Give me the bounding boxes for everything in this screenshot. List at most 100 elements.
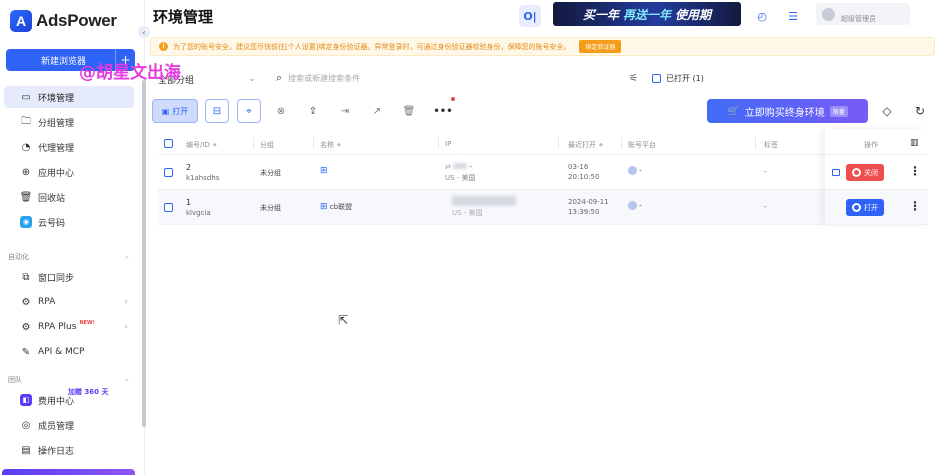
column-divider [755, 137, 756, 149]
watermark: @胡星文出海 [79, 63, 181, 83]
sort-icon: ◆ [337, 142, 341, 148]
close-profile-button[interactable]: 关闭 [846, 164, 884, 181]
user-menu[interactable]: 超级管理员 [816, 3, 910, 25]
opened-label: 已打开 (1) [666, 74, 704, 83]
last-open-cell: 2024-09-11 13:39:50 [568, 198, 609, 216]
sidebar-bottom-banner[interactable] [2, 469, 135, 475]
select-all-checkbox[interactable] [164, 139, 173, 148]
sidebar-item-rpa-plus[interactable]: ⚙ RPA Plus NEW! › [4, 316, 134, 338]
sidebar-item-operation-log[interactable]: ▤ 操作日志 [4, 439, 134, 461]
header-last-open[interactable]: 最近打开 ◆ [568, 140, 603, 150]
mouse-cursor-icon: ⇱ [338, 313, 349, 327]
grid-icon: ⊕ [21, 166, 31, 178]
brand-logo[interactable]: A AdsPower [10, 10, 117, 32]
sidebar-collapse-icon[interactable]: ‹ [138, 26, 150, 38]
open-browser-button[interactable]: ▣ 打开 [152, 99, 198, 123]
tags-value: - [764, 203, 767, 211]
team-section-title[interactable]: 团队 ⌄ [8, 375, 130, 385]
share-button[interactable]: ↗ [365, 99, 389, 123]
upload-button[interactable]: ⇪ [301, 99, 325, 123]
sidebar-item-group-management[interactable]: 🗀 分组管理 [4, 111, 134, 133]
platform-value: - [639, 166, 642, 175]
header-group[interactable]: 分组 [260, 140, 274, 150]
buy-lifetime-button[interactable]: 🛒 立即购买终身环境 限量 [707, 99, 868, 123]
task-list-icon[interactable]: ☰ [782, 5, 804, 27]
windows-icon: ⊞ [320, 166, 328, 176]
promo-banner[interactable]: 买一年 再送一年 使用期 [553, 2, 741, 26]
filter-settings-icon[interactable]: ⚟ [629, 73, 638, 84]
section-label: 自动化 [8, 253, 29, 261]
chevron-down-icon: ⌄ [124, 252, 130, 260]
more-dots-icon: ••• [433, 105, 453, 117]
close-browser-button[interactable]: ⊗ [269, 99, 293, 123]
row-checkbox[interactable] [164, 203, 173, 212]
sync-window-button[interactable]: ⊟ [205, 99, 229, 123]
chevron-right-icon: › [124, 322, 128, 332]
members-icon: ◎ [21, 419, 31, 431]
sidebar-item-api-mcp[interactable]: ✎ API & MCP [4, 341, 134, 363]
clock-icon[interactable]: ◴ [751, 5, 773, 27]
ip-cell: ⇄ - US - 美国 [445, 163, 476, 182]
refresh-icon[interactable]: ↻ [910, 101, 930, 121]
table-row[interactable]: 1 klvgcia 未分组 ⊞ cb联盟 US - 美国 2024-09-11 … [158, 190, 928, 225]
header-platform[interactable]: 账号平台 [628, 140, 656, 150]
sidebar-item-billing[interactable]: ◧ 费用中心 [4, 389, 134, 411]
sidebar-scrollbar[interactable] [142, 80, 146, 427]
row-more-icon[interactable]: ⋮ [909, 164, 921, 178]
promo-text-3: 使用期 [675, 7, 712, 22]
column-divider [438, 137, 439, 149]
chevron-down-icon: ⌄ [124, 375, 130, 383]
checkbox[interactable] [652, 74, 661, 83]
header-label: 最近打开 [568, 141, 596, 149]
chevron-down-icon: ⌄ [248, 74, 256, 84]
bind-authenticator-button[interactable]: 绑定验证器 [579, 40, 622, 53]
cloud-phone-icon: ◉ [20, 216, 32, 228]
page-title: 环境管理 [153, 8, 214, 26]
tag-icon[interactable]: ◇ [877, 101, 897, 121]
header-ip[interactable]: IP [445, 140, 451, 148]
move-group-button[interactable]: ⇥ [333, 99, 357, 123]
proxy-check-icon: ⌖ [246, 105, 252, 117]
profile-id-cell: 2 k1ahsdhs [186, 163, 219, 182]
header-id[interactable]: 编号/ID ◆ [186, 140, 217, 150]
table-row[interactable]: 2 k1ahsdhs 未分组 ⊞ ⇄ - US - 美国 03-16 20:10… [158, 155, 928, 190]
sidebar-item-window-sync[interactable]: ⧉ 窗口同步 [4, 266, 134, 288]
folder-icon: 🗀 [21, 115, 31, 127]
log-icon: ▤ [21, 444, 31, 456]
sidebar-item-recycle-bin[interactable]: 🗑 回收站 [4, 186, 134, 208]
open-profile-button[interactable]: 打开 [846, 199, 884, 216]
more-actions-button[interactable]: ••• [431, 97, 455, 123]
sidebar-item-label: 分组管理 [38, 118, 75, 129]
section-label: 团队 [8, 376, 22, 384]
close-label: 关闭 [864, 168, 878, 177]
limited-tag: 限量 [829, 105, 848, 117]
opened-filter-checkbox[interactable]: 已打开 (1) [652, 73, 704, 84]
proxy-icon: ◔ [21, 141, 31, 153]
sidebar-item-members[interactable]: ◎ 成员管理 [4, 414, 134, 436]
header-tags[interactable]: 标签 [764, 140, 778, 150]
ip-cell: US - 美国 [452, 196, 516, 218]
profile-id: k1ahsdhs [186, 174, 220, 182]
header-name[interactable]: 名称 ◆ [320, 140, 341, 150]
header-label: IP [445, 140, 452, 148]
sidebar-item-rpa[interactable]: ⚙ RPA › [4, 291, 134, 313]
delete-button[interactable]: 🗑 [397, 99, 421, 123]
check-proxy-button[interactable]: ⌖ [237, 99, 261, 123]
top-header: 环境管理 O| 买一年 再送一年 使用期 ◴ ☰ 超级管理员 [145, 0, 935, 32]
row-more-icon[interactable]: ⋮ [909, 199, 921, 213]
profile-group: 未分组 [260, 169, 281, 177]
row-checkbox[interactable] [164, 168, 173, 177]
sidebar-item-label: 环境管理 [38, 93, 75, 104]
sidebar-item-cloud-phone[interactable]: ◉ 云号码 [4, 211, 134, 233]
automation-nav: ⧉ 窗口同步 ⚙ RPA › ⚙ RPA Plus NEW! › ✎ API &… [4, 266, 134, 366]
automation-section-title[interactable]: 自动化 ⌄ [8, 252, 130, 262]
sidebar-item-proxy-management[interactable]: ◔ 代理管理 [4, 136, 134, 158]
search-input[interactable]: ⌕ 搜索或新建搜索条件 ⚟ [272, 67, 644, 89]
promo-text-1: 买一年 [582, 7, 619, 22]
kernel-icon[interactable]: O| [519, 5, 541, 27]
sidebar-item-env-management[interactable]: ▭ 环境管理 [4, 86, 134, 108]
profile-name: cb联盟 [329, 203, 353, 211]
ip-location: US - 美国 [445, 174, 476, 182]
sidebar-item-label: 操作日志 [38, 446, 75, 457]
sidebar-item-app-center[interactable]: ⊕ 应用中心 [4, 161, 134, 183]
